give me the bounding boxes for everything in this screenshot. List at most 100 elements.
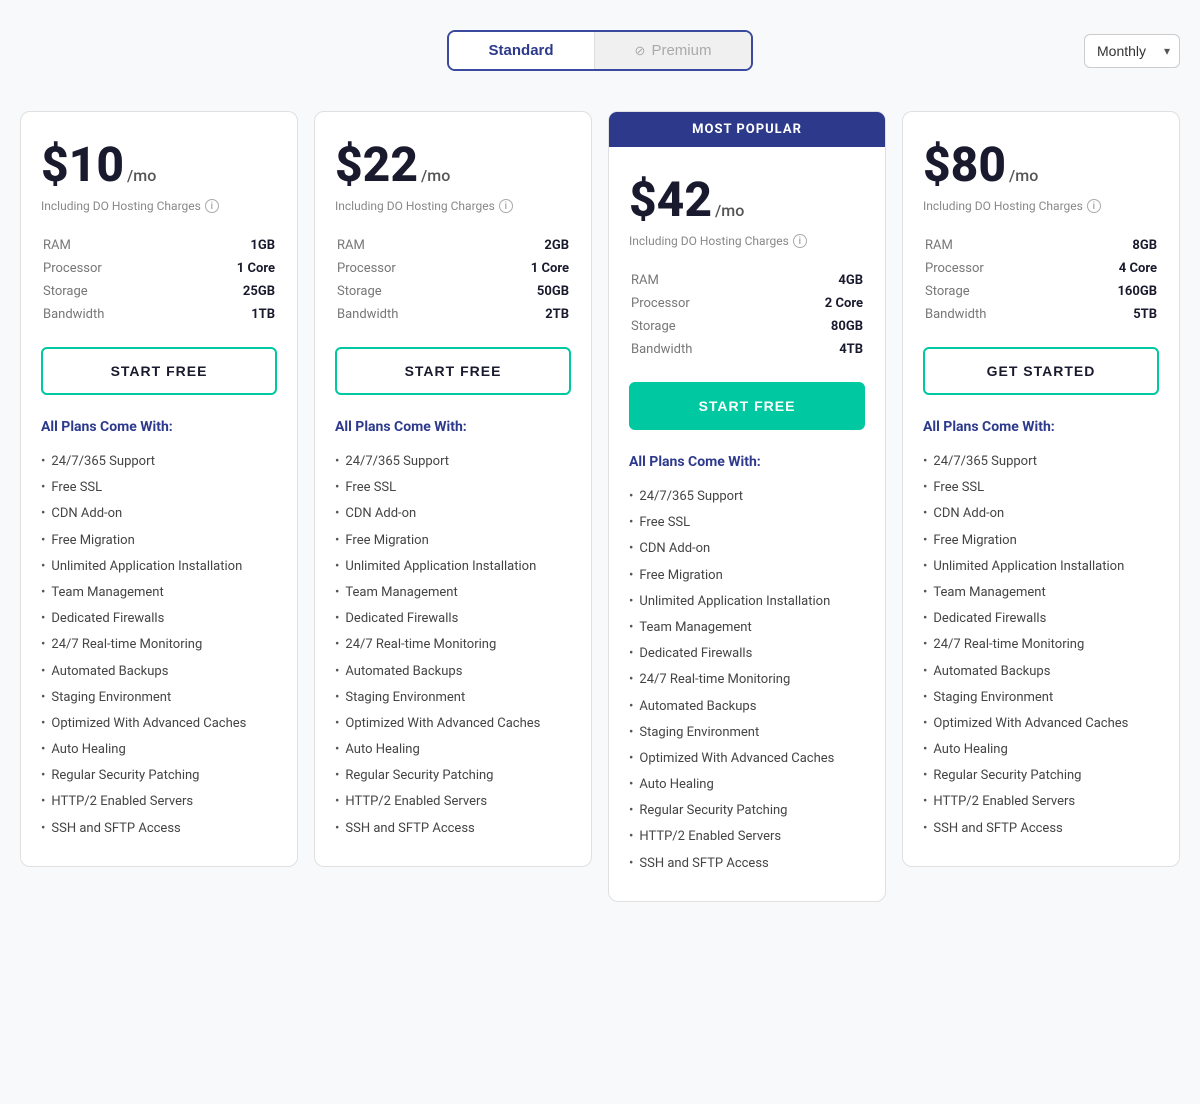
spec-row: RAM 1GB xyxy=(43,235,275,256)
spec-value: 1GB xyxy=(187,235,275,256)
spec-value: 25GB xyxy=(187,281,275,302)
feature-item: Staging Environment xyxy=(41,685,277,711)
feature-item: SSH and SFTP Access xyxy=(923,816,1159,842)
spec-row: Bandwidth 1TB xyxy=(43,304,275,325)
spec-row: Processor 2 Core xyxy=(631,293,863,314)
spec-value: 5TB xyxy=(1067,304,1157,325)
spec-value: 1 Core xyxy=(187,258,275,279)
plan-card-inner: $42 /mo Including DO Hosting Charges i R… xyxy=(609,147,885,901)
feature-item: CDN Add-on xyxy=(923,501,1159,527)
feature-item: Auto Healing xyxy=(629,772,865,798)
price-amount: $10 xyxy=(41,136,124,193)
feature-item: Dedicated Firewalls xyxy=(629,641,865,667)
features-list: 24/7/365 Support Free SSL CDN Add-on Fre… xyxy=(923,449,1159,842)
tab-premium[interactable]: ⊘ Premium xyxy=(594,32,752,69)
feature-item: Unlimited Application Installation xyxy=(923,554,1159,580)
price-row: $10 /mo xyxy=(41,136,277,193)
specs-table: RAM 4GB Processor 2 Core Storage 80GB Ba… xyxy=(629,268,865,362)
spec-label: RAM xyxy=(925,235,1065,256)
feature-item: Free SSL xyxy=(629,510,865,536)
hosting-note: Including DO Hosting Charges i xyxy=(629,234,865,248)
feature-item: CDN Add-on xyxy=(335,501,571,527)
feature-item: Regular Security Patching xyxy=(923,763,1159,789)
plan-card-inner: $22 /mo Including DO Hosting Charges i R… xyxy=(315,112,591,866)
billing-select[interactable]: Monthly Annually xyxy=(1084,34,1180,68)
features-heading: All Plans Come With: xyxy=(923,419,1159,435)
feature-item: Dedicated Firewalls xyxy=(335,606,571,632)
feature-item: Unlimited Application Installation xyxy=(41,554,277,580)
feature-item: Team Management xyxy=(41,580,277,606)
info-icon[interactable]: i xyxy=(205,199,219,213)
popular-badge: MOST POPULAR xyxy=(609,112,885,147)
feature-item: Automated Backups xyxy=(335,659,571,685)
spec-label: Bandwidth xyxy=(337,304,479,325)
plan-cta-button[interactable]: GET STARTED xyxy=(923,347,1159,395)
features-list: 24/7/365 Support Free SSL CDN Add-on Fre… xyxy=(629,484,865,877)
feature-item: Automated Backups xyxy=(923,659,1159,685)
price-per: /mo xyxy=(715,201,744,220)
tab-standard[interactable]: Standard xyxy=(449,32,594,69)
spec-value: 50GB xyxy=(481,281,569,302)
plan-card-inner: $80 /mo Including DO Hosting Charges i R… xyxy=(903,112,1179,866)
price-amount: $42 xyxy=(629,171,712,228)
spec-label: RAM xyxy=(337,235,479,256)
spec-value: 8GB xyxy=(1067,235,1157,256)
spec-row: Storage 50GB xyxy=(337,281,569,302)
feature-item: 24/7 Real-time Monitoring xyxy=(335,632,571,658)
plan-card-enterprise: $80 /mo Including DO Hosting Charges i R… xyxy=(902,111,1180,867)
feature-item: 24/7 Real-time Monitoring xyxy=(629,667,865,693)
lock-icon: ⊘ xyxy=(635,43,646,59)
feature-item: Team Management xyxy=(923,580,1159,606)
feature-item: Automated Backups xyxy=(41,659,277,685)
feature-item: Staging Environment xyxy=(629,720,865,746)
spec-value: 2TB xyxy=(481,304,569,325)
feature-item: Dedicated Firewalls xyxy=(41,606,277,632)
feature-item: Optimized With Advanced Caches xyxy=(923,711,1159,737)
feature-item: Free SSL xyxy=(923,475,1159,501)
feature-item: Regular Security Patching xyxy=(629,798,865,824)
features-heading: All Plans Come With: xyxy=(41,419,277,435)
plan-cta-button[interactable]: START FREE xyxy=(41,347,277,395)
billing-select-wrap: Monthly Annually xyxy=(1084,34,1180,68)
spec-value: 4GB xyxy=(775,270,863,291)
spec-label: Bandwidth xyxy=(631,339,773,360)
feature-item: Free SSL xyxy=(335,475,571,501)
info-icon[interactable]: i xyxy=(1087,199,1101,213)
feature-item: Unlimited Application Installation xyxy=(629,589,865,615)
feature-item: Team Management xyxy=(335,580,571,606)
spec-row: Storage 25GB xyxy=(43,281,275,302)
spec-row: RAM 2GB xyxy=(337,235,569,256)
price-amount: $80 xyxy=(923,136,1006,193)
feature-item: Free Migration xyxy=(335,528,571,554)
top-controls: Standard ⊘ Premium Monthly Annually xyxy=(20,30,1180,71)
feature-item: Free Migration xyxy=(923,528,1159,554)
features-list: 24/7/365 Support Free SSL CDN Add-on Fre… xyxy=(41,449,277,842)
spec-label: Storage xyxy=(631,316,773,337)
billing-select-wrapper: Monthly Annually xyxy=(1084,34,1180,68)
feature-item: Auto Healing xyxy=(923,737,1159,763)
spec-value: 2 Core xyxy=(775,293,863,314)
spec-row: RAM 4GB xyxy=(631,270,863,291)
spec-value: 1TB xyxy=(187,304,275,325)
price-amount: $22 xyxy=(335,136,418,193)
specs-table: RAM 8GB Processor 4 Core Storage 160GB B… xyxy=(923,233,1159,327)
features-heading: All Plans Come With: xyxy=(629,454,865,470)
feature-item: 24/7/365 Support xyxy=(629,484,865,510)
hosting-note: Including DO Hosting Charges i xyxy=(923,199,1159,213)
info-icon[interactable]: i xyxy=(499,199,513,213)
info-icon[interactable]: i xyxy=(793,234,807,248)
feature-item: Regular Security Patching xyxy=(41,763,277,789)
feature-item: SSH and SFTP Access xyxy=(629,851,865,877)
hosting-note: Including DO Hosting Charges i xyxy=(41,199,277,213)
plan-cta-button[interactable]: START FREE xyxy=(629,382,865,430)
feature-item: HTTP/2 Enabled Servers xyxy=(923,789,1159,815)
feature-item: Auto Healing xyxy=(335,737,571,763)
feature-item: Free Migration xyxy=(41,528,277,554)
spec-row: Processor 4 Core xyxy=(925,258,1157,279)
feature-item: Auto Healing xyxy=(41,737,277,763)
feature-item: HTTP/2 Enabled Servers xyxy=(629,824,865,850)
plan-cta-button[interactable]: START FREE xyxy=(335,347,571,395)
spec-label: RAM xyxy=(43,235,185,256)
spec-label: Storage xyxy=(925,281,1065,302)
feature-item: 24/7 Real-time Monitoring xyxy=(923,632,1159,658)
